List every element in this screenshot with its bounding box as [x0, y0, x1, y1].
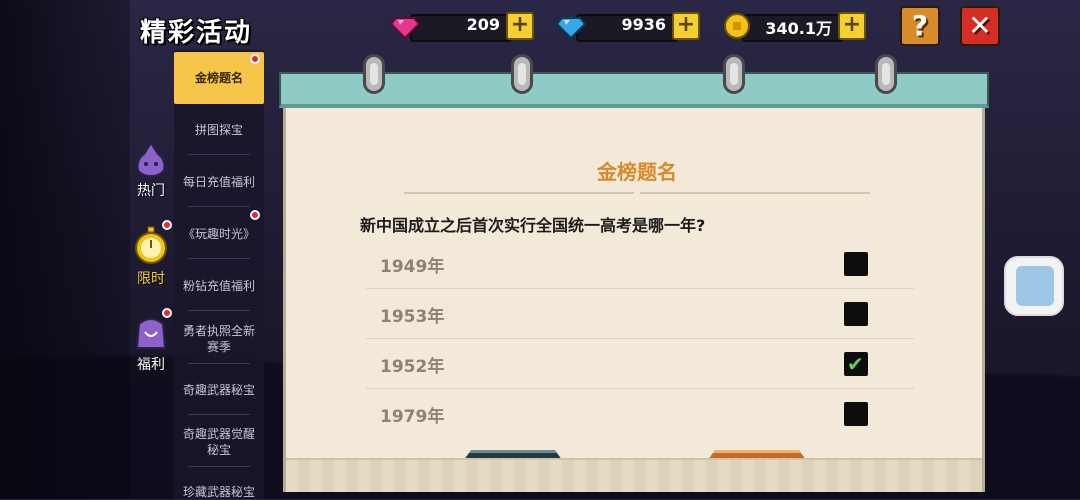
binder-ring — [511, 54, 533, 94]
add-gold-button[interactable]: + — [838, 12, 866, 40]
answer-option[interactable]: 1952年 ✔ — [366, 340, 914, 389]
activity-item-puzzle[interactable]: 拼图探宝 — [174, 122, 264, 138]
category-hot[interactable]: 热门 — [128, 140, 174, 200]
rabbit-avatar-icon — [1016, 266, 1054, 306]
divider — [640, 192, 870, 194]
add-pink-gem-button[interactable]: + — [506, 12, 534, 40]
binder-ring — [723, 54, 745, 94]
activity-item-weapon-treasure[interactable]: 奇趣武器秘宝 — [174, 382, 264, 398]
quiz-paper: 金榜题名 新中国成立之后首次实行全国统一高考是哪一年? 1949年 1953年 … — [283, 108, 985, 492]
quiz-panel: 金榜题名 新中国成立之后首次实行全国统一高考是哪一年? 1949年 1953年 … — [279, 54, 989, 492]
activity-item-collection-weapon[interactable]: 珍藏武器秘宝 — [174, 484, 264, 500]
activity-item-pink-diamond[interactable]: 粉钻充值福利 — [174, 278, 264, 294]
stopwatch-icon — [135, 226, 167, 264]
option-label: 1979年 — [380, 407, 445, 427]
answer-option[interactable]: 1953年 — [366, 290, 914, 339]
binder-ring — [363, 54, 385, 94]
notification-dot — [162, 220, 172, 230]
blue-diamond-icon — [556, 17, 586, 40]
floating-assistant-button[interactable] — [1004, 256, 1064, 316]
gift-bag-icon — [135, 318, 167, 349]
quiz-question: 新中国成立之后首次实行全国统一高考是哪一年? — [360, 216, 706, 235]
activity-list: 金榜题名 拼图探宝 每日充值福利 《玩趣时光》 粉钻充值福利 勇者执照全新 赛季… — [174, 50, 264, 499]
currency-pink-gem: 209 + — [390, 12, 536, 42]
currency-gold-coin: 340.1万 + — [722, 12, 868, 42]
add-diamond-button[interactable]: + — [672, 12, 700, 40]
option-checkbox[interactable] — [844, 252, 868, 276]
help-button[interactable]: ? — [900, 6, 940, 46]
notification-dot — [250, 210, 260, 220]
notification-dot — [250, 54, 260, 64]
answer-option[interactable]: 1979年 — [366, 390, 914, 438]
activity-item-fun-time[interactable]: 《玩趣时光》 — [174, 226, 264, 242]
category-welfare[interactable]: 福利 — [128, 312, 174, 374]
answer-option[interactable]: 1949年 — [366, 240, 914, 289]
page-title: 精彩活动 — [140, 18, 253, 48]
divider — [404, 192, 634, 194]
binder-ring — [875, 54, 897, 94]
currency-amount: 209 — [466, 15, 500, 34]
category-label: 热门 — [137, 183, 165, 199]
activity-item-weapon-awaken[interactable]: 奇趣武器觉醒 秘宝 — [174, 426, 264, 458]
option-label: 1953年 — [380, 307, 445, 327]
option-label: 1952年 — [380, 357, 445, 377]
option-checkbox-checked[interactable]: ✔ — [844, 352, 868, 376]
panel-footer-pattern — [286, 458, 982, 492]
gold-coin-icon — [724, 13, 750, 39]
checkmark-icon: ✔ — [847, 352, 864, 376]
currency-amount: 340.1万 — [765, 19, 832, 38]
notification-dot — [162, 308, 172, 318]
category-limited[interactable]: 限时 — [128, 226, 174, 288]
category-label: 福利 — [137, 357, 165, 373]
quiz-title: 金榜题名 — [597, 160, 677, 184]
activity-item-hero-license[interactable]: 勇者执照全新 赛季 — [174, 323, 264, 355]
option-label: 1949年 — [380, 257, 445, 277]
pink-gem-icon — [390, 17, 420, 40]
activity-item-daily-recharge[interactable]: 每日充值福利 — [174, 174, 264, 190]
category-label: 限时 — [137, 271, 165, 287]
background-shade — [0, 0, 130, 499]
purple-slime-icon — [136, 141, 166, 178]
currency-amount: 9936 — [621, 15, 666, 34]
option-checkbox[interactable] — [844, 402, 868, 426]
option-checkbox[interactable] — [844, 302, 868, 326]
currency-blue-diamond: 9936 + — [556, 12, 702, 42]
close-button[interactable]: ✕ — [960, 6, 1000, 46]
